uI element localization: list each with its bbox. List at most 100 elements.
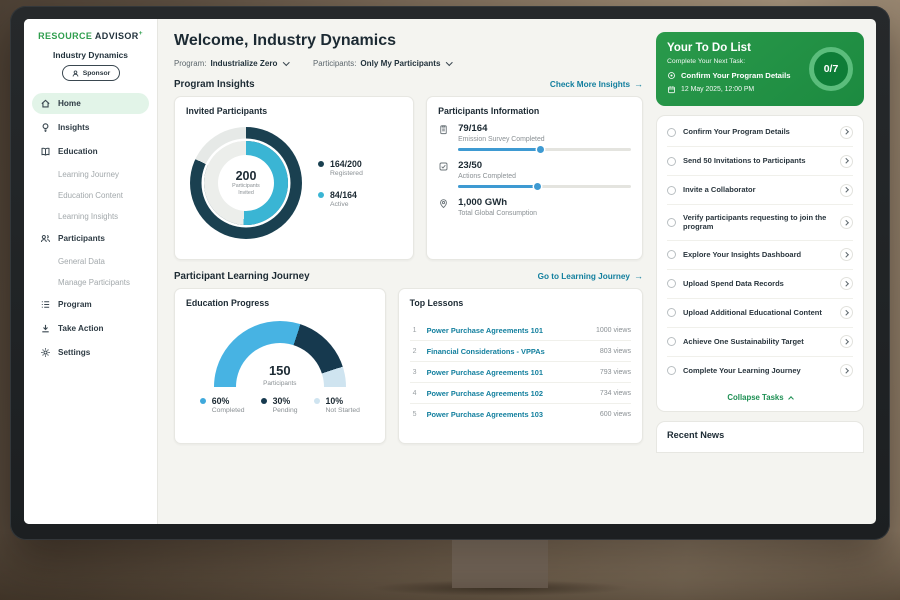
card-title: Top Lessons — [410, 298, 631, 313]
sidebar-item-insights[interactable]: Insights — [32, 117, 149, 138]
sidebar-item-education-content[interactable]: Education Content — [32, 186, 149, 205]
sidebar-item-take-action[interactable]: Take Action — [32, 318, 149, 339]
task-item[interactable]: Invite a Collaborator — [667, 176, 853, 205]
app-logo: RESOURCE ADVISOR+ — [32, 30, 149, 41]
task-checkbox[interactable] — [667, 218, 676, 227]
task-item[interactable]: Send 50 Invitations to Participants — [667, 147, 853, 176]
task-item[interactable]: Upload Additional Educational Content — [667, 299, 853, 328]
app-window: RESOURCE ADVISOR+ Industry Dynamics Spon… — [24, 19, 876, 524]
todo-progress-value: 0/7 — [824, 63, 839, 75]
education-gauge-chart: 150 Participants — [214, 321, 346, 387]
task-checkbox[interactable] — [667, 337, 676, 346]
chevron-right-icon[interactable] — [840, 306, 853, 319]
people-icon — [40, 233, 51, 244]
sidebar-item-education[interactable]: Education — [32, 141, 149, 162]
collapse-label: Collapse Tasks — [727, 393, 783, 402]
learning-cards-row: Education Progress 150 Participants — [174, 288, 643, 444]
program-filter-value: Industrialize Zero — [210, 59, 277, 68]
arrow-right-icon: → — [634, 272, 643, 281]
collapse-tasks-link[interactable]: Collapse Tasks — [667, 385, 853, 411]
legend-label: Completed — [212, 407, 245, 414]
task-label: Explore Your Insights Dashboard — [683, 250, 833, 260]
chevron-right-icon[interactable] — [840, 335, 853, 348]
lightbulb-icon — [40, 122, 51, 133]
task-label: Upload Additional Educational Content — [683, 308, 833, 318]
task-checkbox[interactable] — [667, 128, 676, 137]
task-checkbox[interactable] — [667, 279, 676, 288]
gauge-center-value: 150 — [214, 363, 346, 378]
sidebar-item-learning-insights[interactable]: Learning Insights — [32, 207, 149, 226]
sidebar-item-manage-participants[interactable]: Manage Participants — [32, 273, 149, 292]
task-item[interactable]: Complete Your Learning Journey — [667, 357, 853, 385]
task-item[interactable]: Achieve One Sustainability Target — [667, 328, 853, 357]
task-label: Send 50 Invitations to Participants — [683, 156, 833, 166]
task-label: Upload Spend Data Records — [683, 279, 833, 289]
sidebar-item-learning-journey[interactable]: Learning Journey — [32, 165, 149, 184]
sidebar-item-label: Learning Insights — [58, 212, 118, 221]
check-more-insights-link[interactable]: Check More Insights → — [550, 80, 643, 89]
gauge-wrap: 150 Participants — [186, 315, 374, 387]
lesson-link[interactable]: Financial Considerations - VPPAs — [427, 347, 593, 356]
recent-news-header[interactable]: Recent News — [656, 421, 864, 453]
participants-filter-value: Only My Participants — [360, 59, 440, 68]
legend-item-not-started: 10% Not Started — [314, 396, 360, 414]
sidebar-item-label: Education — [58, 147, 98, 156]
lesson-link[interactable]: Power Purchase Agreements 102 — [427, 389, 593, 398]
task-item[interactable]: Explore Your Insights Dashboard — [667, 241, 853, 270]
link-label: Check More Insights — [550, 80, 630, 89]
lesson-rank: 3 — [410, 369, 420, 376]
lesson-row: 5 Power Purchase Agreements 103 600 view… — [410, 404, 631, 424]
invited-participants-card: Invited Participants 200 Participants In… — [174, 96, 414, 260]
task-item[interactable]: Verify participants requesting to join t… — [667, 205, 853, 241]
chevron-down-icon — [284, 59, 290, 65]
legend-value: 164/200 — [330, 159, 362, 169]
lesson-row: 2 Financial Considerations - VPPAs 803 v… — [410, 341, 631, 362]
donut-center-label: Participants Invited — [225, 183, 267, 196]
legend-item-active: 84/164 Active — [318, 190, 363, 208]
task-checkbox[interactable] — [667, 366, 676, 375]
chevron-right-icon[interactable] — [840, 364, 853, 377]
chevron-right-icon[interactable] — [840, 216, 853, 229]
go-to-learning-journey-link[interactable]: Go to Learning Journey → — [538, 272, 643, 281]
sponsor-badge[interactable]: Sponsor — [62, 65, 120, 81]
task-item[interactable]: Confirm Your Program Details — [667, 118, 853, 147]
gauge-center-label: Participants — [263, 380, 296, 387]
lesson-link[interactable]: Power Purchase Agreements 103 — [427, 410, 593, 419]
clipboard-icon — [438, 123, 450, 151]
sidebar-item-participants[interactable]: Participants — [32, 228, 149, 249]
target-icon — [667, 71, 676, 80]
chevron-right-icon[interactable] — [840, 248, 853, 261]
legend-dot — [318, 161, 324, 167]
page-title: Welcome, Industry Dynamics — [174, 32, 643, 50]
sidebar-item-program[interactable]: Program — [32, 294, 149, 315]
chevron-right-icon[interactable] — [840, 277, 853, 290]
stat-actions-completed: 23/50 Actions Completed — [438, 160, 631, 188]
logo-text-secondary: ADVISOR — [95, 31, 139, 41]
home-icon — [40, 98, 51, 109]
sidebar-item-home[interactable]: Home — [32, 93, 149, 114]
sidebar-item-general-data[interactable]: General Data — [32, 252, 149, 271]
task-checkbox[interactable] — [667, 308, 676, 317]
lesson-rank: 5 — [410, 411, 420, 418]
legend-value: 30% — [273, 396, 291, 406]
chevron-right-icon[interactable] — [840, 155, 853, 168]
sidebar-item-settings[interactable]: Settings — [32, 342, 149, 363]
participants-filter[interactable]: Participants: Only My Participants — [313, 59, 452, 68]
lesson-rank: 1 — [410, 327, 420, 334]
task-checkbox[interactable] — [667, 250, 676, 259]
photo-background: RESOURCE ADVISOR+ Industry Dynamics Spon… — [0, 0, 900, 600]
lesson-link[interactable]: Power Purchase Agreements 101 — [427, 326, 589, 335]
chevron-up-icon — [788, 396, 794, 402]
lesson-link[interactable]: Power Purchase Agreements 101 — [427, 368, 593, 377]
task-label: Complete Your Learning Journey — [683, 366, 833, 376]
task-checkbox[interactable] — [667, 186, 676, 195]
chevron-right-icon[interactable] — [840, 126, 853, 139]
chevron-right-icon[interactable] — [840, 184, 853, 197]
program-filter[interactable]: Program: Industrialize Zero — [174, 59, 289, 68]
task-item[interactable]: Upload Spend Data Records — [667, 270, 853, 299]
calendar-icon — [667, 85, 676, 94]
insights-cards-row: Invited Participants 200 Participants In… — [174, 96, 643, 260]
legend-dot — [318, 192, 324, 198]
task-checkbox[interactable] — [667, 157, 676, 166]
stat-global-consumption: 1,000 GWh Total Global Consumption — [438, 197, 631, 217]
